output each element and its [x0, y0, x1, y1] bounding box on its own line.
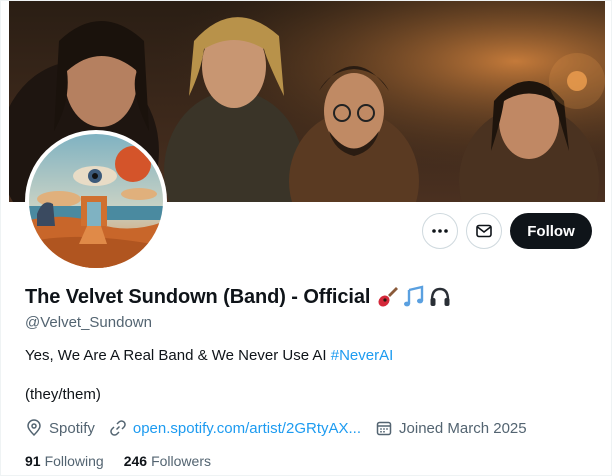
followers-label: Followers — [151, 453, 211, 469]
more-button[interactable] — [422, 213, 458, 249]
headphones-icon — [430, 287, 450, 306]
location-item: Spotify — [25, 419, 95, 437]
location-pin-icon — [27, 419, 41, 437]
bio-hashtag-link[interactable]: #NeverAI — [331, 347, 394, 364]
bio-text: Yes, We Are A Real Band & We Never Use A… — [25, 347, 331, 364]
name-emojis — [376, 285, 452, 309]
following-label: Following — [44, 453, 104, 469]
following-count: 91 — [25, 453, 41, 469]
bio: Yes, We Are A Real Band & We Never Use A… — [25, 347, 393, 364]
profile-header: Follow The Velvet Sundown (Band) - Offic… — [0, 0, 612, 476]
joined-text: Joined March 2025 — [399, 419, 527, 437]
handle: @Velvet_Sundown — [25, 314, 152, 331]
followers-count: 246 — [123, 453, 148, 469]
message-button[interactable] — [466, 213, 502, 249]
following-stat[interactable]: 91 Following — [25, 453, 104, 469]
avatar[interactable] — [25, 130, 167, 272]
website-link[interactable]: open.spotify.com/artist/2GRtyAX... — [133, 420, 361, 437]
calendar-icon — [376, 421, 392, 436]
guitar-icon — [378, 287, 399, 307]
location-text: Spotify — [49, 419, 95, 437]
profile-meta: Spotify open.spotify.com/artist/2GRtyAX.… — [25, 419, 541, 437]
envelope-icon — [476, 224, 492, 238]
website-item[interactable]: open.spotify.com/artist/2GRtyAX... — [109, 419, 361, 437]
music-notes-icon — [404, 285, 424, 307]
avatar-artwork — [29, 134, 163, 268]
link-icon — [110, 420, 126, 436]
name-row: The Velvet Sundown (Band) - Official — [25, 285, 452, 309]
pronouns: (they/them) — [25, 386, 101, 403]
display-name: The Velvet Sundown (Band) - Official — [25, 285, 371, 308]
more-dots-icon — [432, 229, 448, 233]
follow-stats: 91 Following 246 Followers — [25, 453, 231, 469]
followers-stat[interactable]: 246 Followers — [124, 453, 211, 469]
follow-button[interactable]: Follow — [510, 213, 592, 249]
joined-item: Joined March 2025 — [375, 419, 527, 437]
